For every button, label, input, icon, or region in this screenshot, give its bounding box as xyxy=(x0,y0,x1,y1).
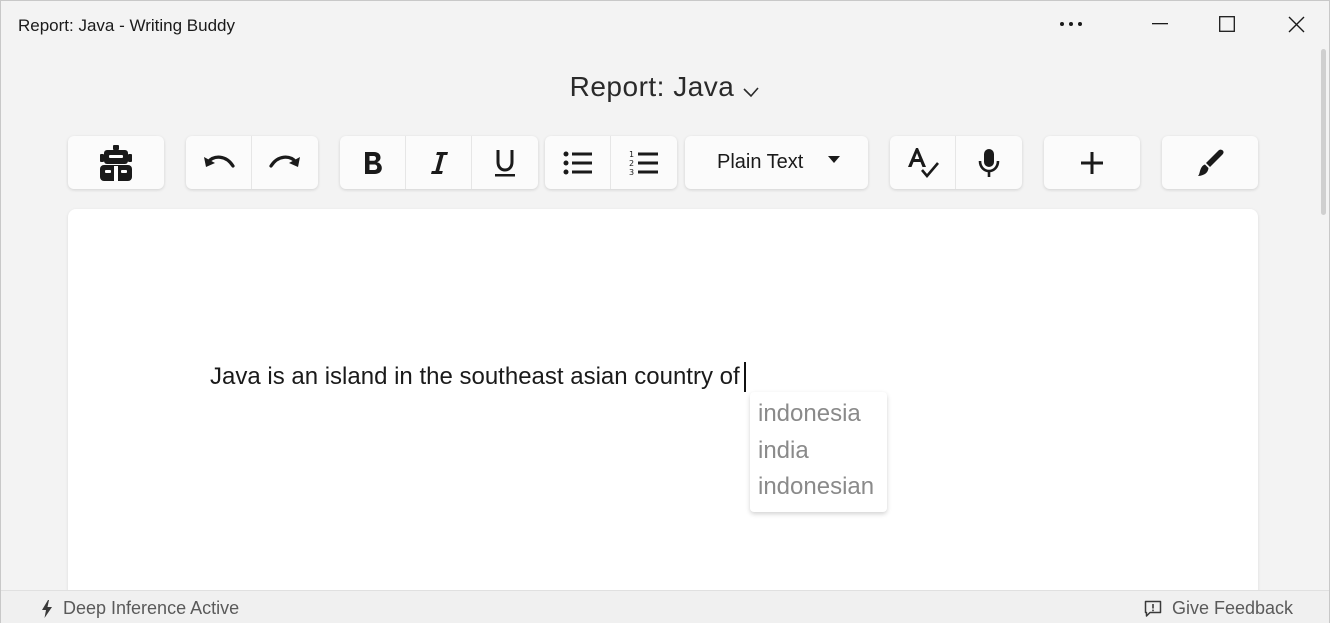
underline-button[interactable] xyxy=(472,136,538,189)
format-dropdown[interactable]: Plain Text xyxy=(685,136,868,189)
history-group xyxy=(186,136,318,189)
italic-icon xyxy=(430,151,448,174)
redo-icon xyxy=(269,155,300,168)
undo-icon xyxy=(203,155,235,168)
document-title[interactable]: Report: Java xyxy=(570,71,735,103)
insert-group xyxy=(1044,136,1140,189)
more-icon xyxy=(1060,22,1082,26)
maximize-button[interactable] xyxy=(1195,1,1259,47)
inference-status-text: Deep Inference Active xyxy=(63,598,240,618)
undo-button[interactable] xyxy=(186,136,252,189)
inference-status: Deep Inference Active xyxy=(41,598,239,619)
add-button[interactable] xyxy=(1044,136,1140,189)
more-options-button[interactable] xyxy=(1039,1,1103,47)
autocomplete-suggestions: indonesia india indonesian xyxy=(750,392,887,512)
robot-icon xyxy=(100,144,132,181)
give-feedback-button[interactable]: Give Feedback xyxy=(1144,598,1293,619)
close-icon xyxy=(1288,16,1304,32)
bulleted-list-icon xyxy=(563,151,592,174)
minimize-icon xyxy=(1152,23,1168,25)
underline-icon xyxy=(495,149,515,176)
format-group: Plain Text xyxy=(685,136,868,189)
vertical-scrollbar[interactable] xyxy=(1321,49,1326,215)
bold-icon xyxy=(364,151,382,174)
numbered-list-icon: 1 2 3 xyxy=(629,150,658,176)
editor-text-line[interactable]: Java is an island in the southeast asian… xyxy=(210,362,746,392)
title-bar: Report: Java - Writing Buddy xyxy=(1,1,1329,51)
brush-icon xyxy=(1198,149,1224,176)
spellcheck-button[interactable] xyxy=(890,136,956,189)
status-bar: Deep Inference Active Give Feedback xyxy=(1,590,1329,623)
maximize-icon xyxy=(1219,16,1235,32)
suggestion-item[interactable]: indonesia xyxy=(758,398,887,435)
bulleted-list-button[interactable] xyxy=(545,136,611,189)
italic-button[interactable] xyxy=(406,136,472,189)
caret-down-icon xyxy=(828,156,840,163)
theme-button[interactable] xyxy=(1162,136,1258,189)
text-caret xyxy=(743,362,746,392)
svg-text:3: 3 xyxy=(629,168,634,176)
window-title: Report: Java - Writing Buddy xyxy=(18,16,235,35)
document-title-area: Report: Java xyxy=(1,71,1329,103)
assistant-group xyxy=(68,136,164,189)
list-group: 1 2 3 xyxy=(545,136,677,189)
editor-canvas[interactable]: Java is an island in the southeast asian… xyxy=(68,209,1258,623)
plus-icon xyxy=(1081,151,1103,174)
lightning-icon xyxy=(42,599,52,618)
bold-button[interactable] xyxy=(340,136,406,189)
close-window-button[interactable] xyxy=(1264,1,1328,47)
theme-group xyxy=(1162,136,1258,189)
svg-text:1: 1 xyxy=(629,150,634,159)
editor-text: Java is an island in the southeast asian… xyxy=(210,363,740,390)
minimize-button[interactable] xyxy=(1128,1,1192,47)
chevron-down-icon[interactable] xyxy=(742,86,760,98)
suggestion-item[interactable]: indonesian xyxy=(758,471,887,508)
redo-button[interactable] xyxy=(252,136,318,189)
give-feedback-label: Give Feedback xyxy=(1171,598,1293,618)
numbered-list-button[interactable]: 1 2 3 xyxy=(611,136,677,189)
feedback-icon xyxy=(1144,600,1162,617)
svg-text:2: 2 xyxy=(629,159,634,168)
spellcheck-icon xyxy=(907,147,939,178)
assistant-button[interactable] xyxy=(68,136,164,189)
proofing-group xyxy=(890,136,1022,189)
dictation-button[interactable] xyxy=(956,136,1022,189)
format-dropdown-value: Plain Text xyxy=(717,151,804,173)
suggestion-item[interactable]: india xyxy=(758,435,887,472)
text-style-group xyxy=(340,136,538,189)
microphone-icon xyxy=(978,148,1000,177)
